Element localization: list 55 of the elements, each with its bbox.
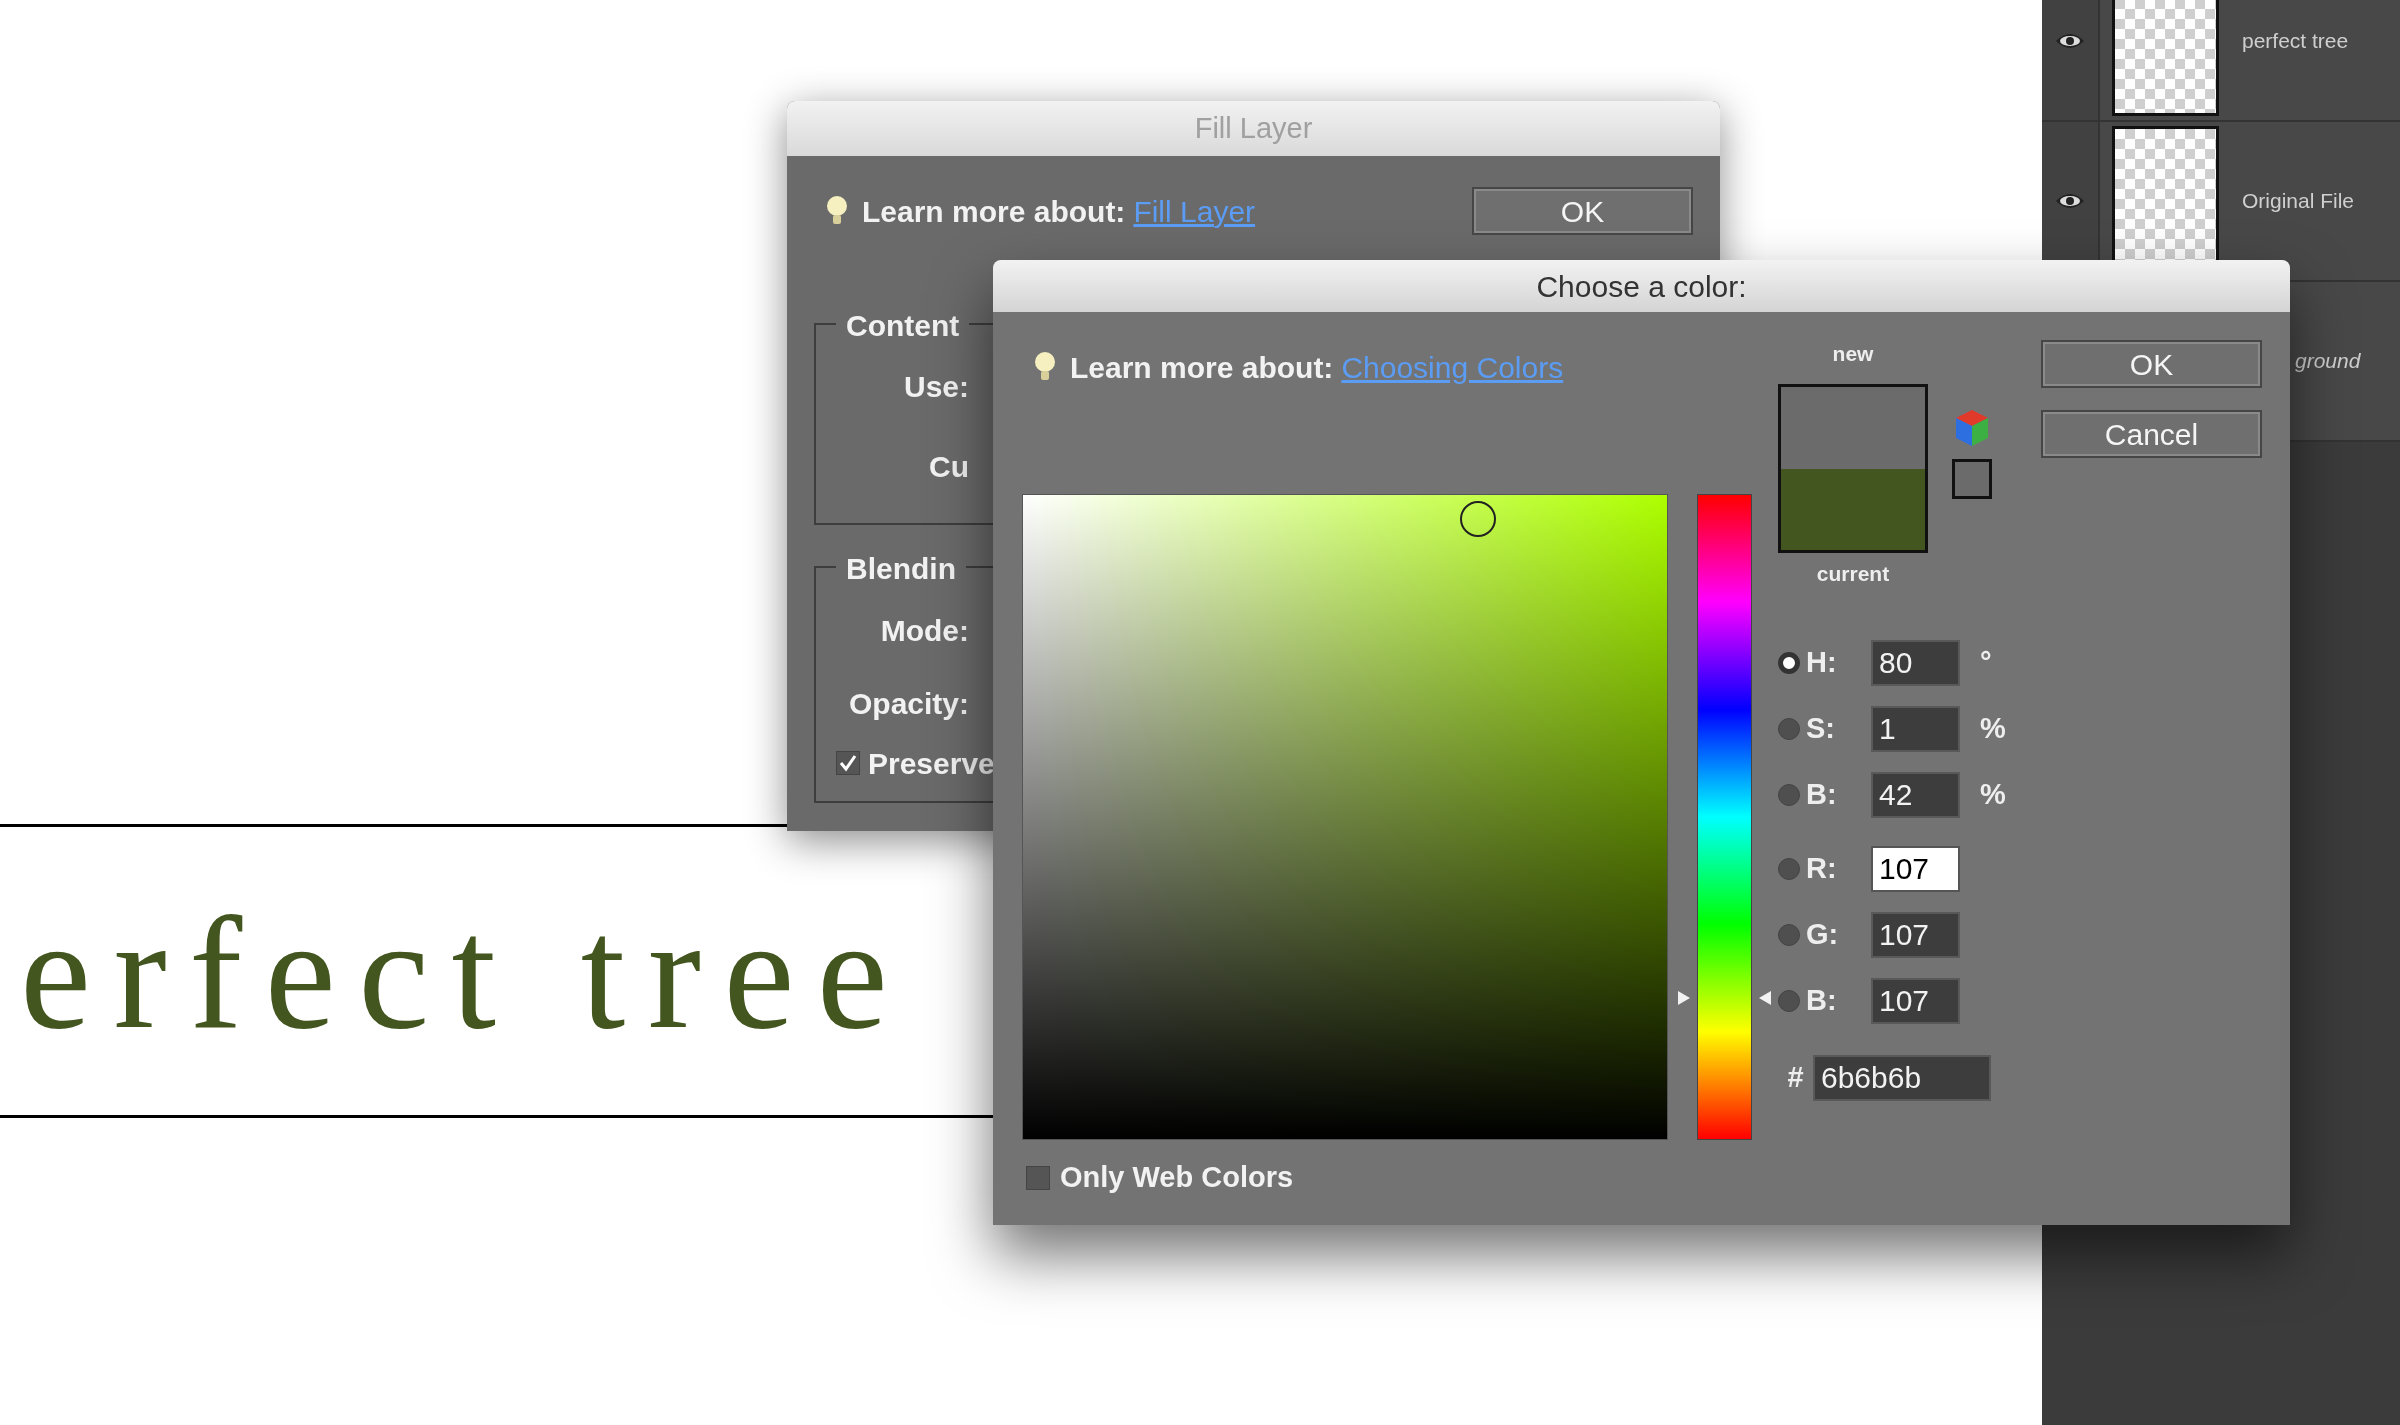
picker-ring[interactable] bbox=[1460, 501, 1496, 537]
color-field[interactable] bbox=[1022, 494, 1668, 1140]
unit-label: % bbox=[1980, 777, 2006, 813]
hex-field[interactable]: 6b6b6b bbox=[1813, 1055, 1991, 1101]
swatch-label: new bbox=[1832, 341, 1874, 367]
radio-button[interactable] bbox=[1778, 990, 1800, 1012]
radio-button[interactable] bbox=[1778, 718, 1800, 740]
dialog-button[interactable]: Cancel bbox=[2041, 410, 2262, 458]
learn-more-label: Learn more about: bbox=[862, 193, 1126, 230]
swatch-label: current bbox=[1816, 561, 1890, 587]
value-field[interactable]: 42 bbox=[1871, 772, 1960, 818]
layer-name: ground bbox=[2295, 348, 2361, 375]
field-label: Use: bbox=[903, 368, 969, 405]
field-label: S: bbox=[1806, 712, 1835, 745]
eye-icon[interactable] bbox=[2055, 191, 2085, 211]
checkbox-label: Preserve bbox=[868, 745, 995, 782]
checkbox-label: Only Web Colors bbox=[1060, 1160, 1294, 1196]
value-field[interactable]: 107 bbox=[1871, 846, 1960, 892]
lightbulb-icon bbox=[826, 195, 848, 227]
field-label: Cu bbox=[929, 448, 969, 485]
dialog-button[interactable]: OK bbox=[2041, 340, 2262, 388]
field-label: R: bbox=[1806, 852, 1837, 885]
field-label: B: bbox=[1806, 984, 1837, 1017]
unit-label: ° bbox=[1980, 645, 1992, 681]
field-label: Opacity: bbox=[848, 685, 969, 722]
value-field[interactable]: 1 bbox=[1871, 706, 1960, 752]
hue-slider[interactable] bbox=[1678, 494, 1771, 1140]
radio-button[interactable] bbox=[1778, 924, 1800, 946]
checkbox[interactable] bbox=[836, 751, 860, 775]
window-title: Choose a color: bbox=[1536, 268, 1747, 305]
value-field[interactable]: 80 bbox=[1871, 640, 1960, 686]
value-field[interactable]: 107 bbox=[1871, 912, 1960, 958]
radio-button[interactable] bbox=[1778, 652, 1800, 674]
radio-button[interactable] bbox=[1778, 858, 1800, 880]
layer-name: Original File bbox=[2242, 188, 2355, 215]
dialog-button[interactable]: OK bbox=[1472, 187, 1693, 235]
layer-row[interactable]: Original File bbox=[2042, 122, 2400, 282]
eye-icon[interactable] bbox=[2055, 31, 2085, 51]
checkbox[interactable] bbox=[1026, 1166, 1050, 1190]
field-label: B: bbox=[1806, 778, 1837, 811]
layer-name: perfect tree bbox=[2242, 28, 2349, 55]
unit-label: % bbox=[1980, 711, 2006, 747]
field-label: Mode: bbox=[880, 612, 969, 649]
square-icon bbox=[1952, 459, 1992, 499]
window-title: Fill Layer bbox=[1194, 110, 1313, 146]
canvas-heading: erfect tree bbox=[20, 893, 911, 1053]
field-label: G: bbox=[1806, 918, 1839, 951]
layer-row[interactable]: perfect tree bbox=[2042, 0, 2400, 122]
lightbulb-icon bbox=[1034, 351, 1056, 383]
radio-button[interactable] bbox=[1778, 784, 1800, 806]
learn-more-label: Learn more about: bbox=[1070, 349, 1334, 386]
field-label: H: bbox=[1806, 646, 1837, 679]
value-field[interactable]: 107 bbox=[1871, 978, 1960, 1024]
hash-label: # bbox=[1786, 1060, 1805, 1096]
cube-icon bbox=[1954, 408, 1990, 448]
